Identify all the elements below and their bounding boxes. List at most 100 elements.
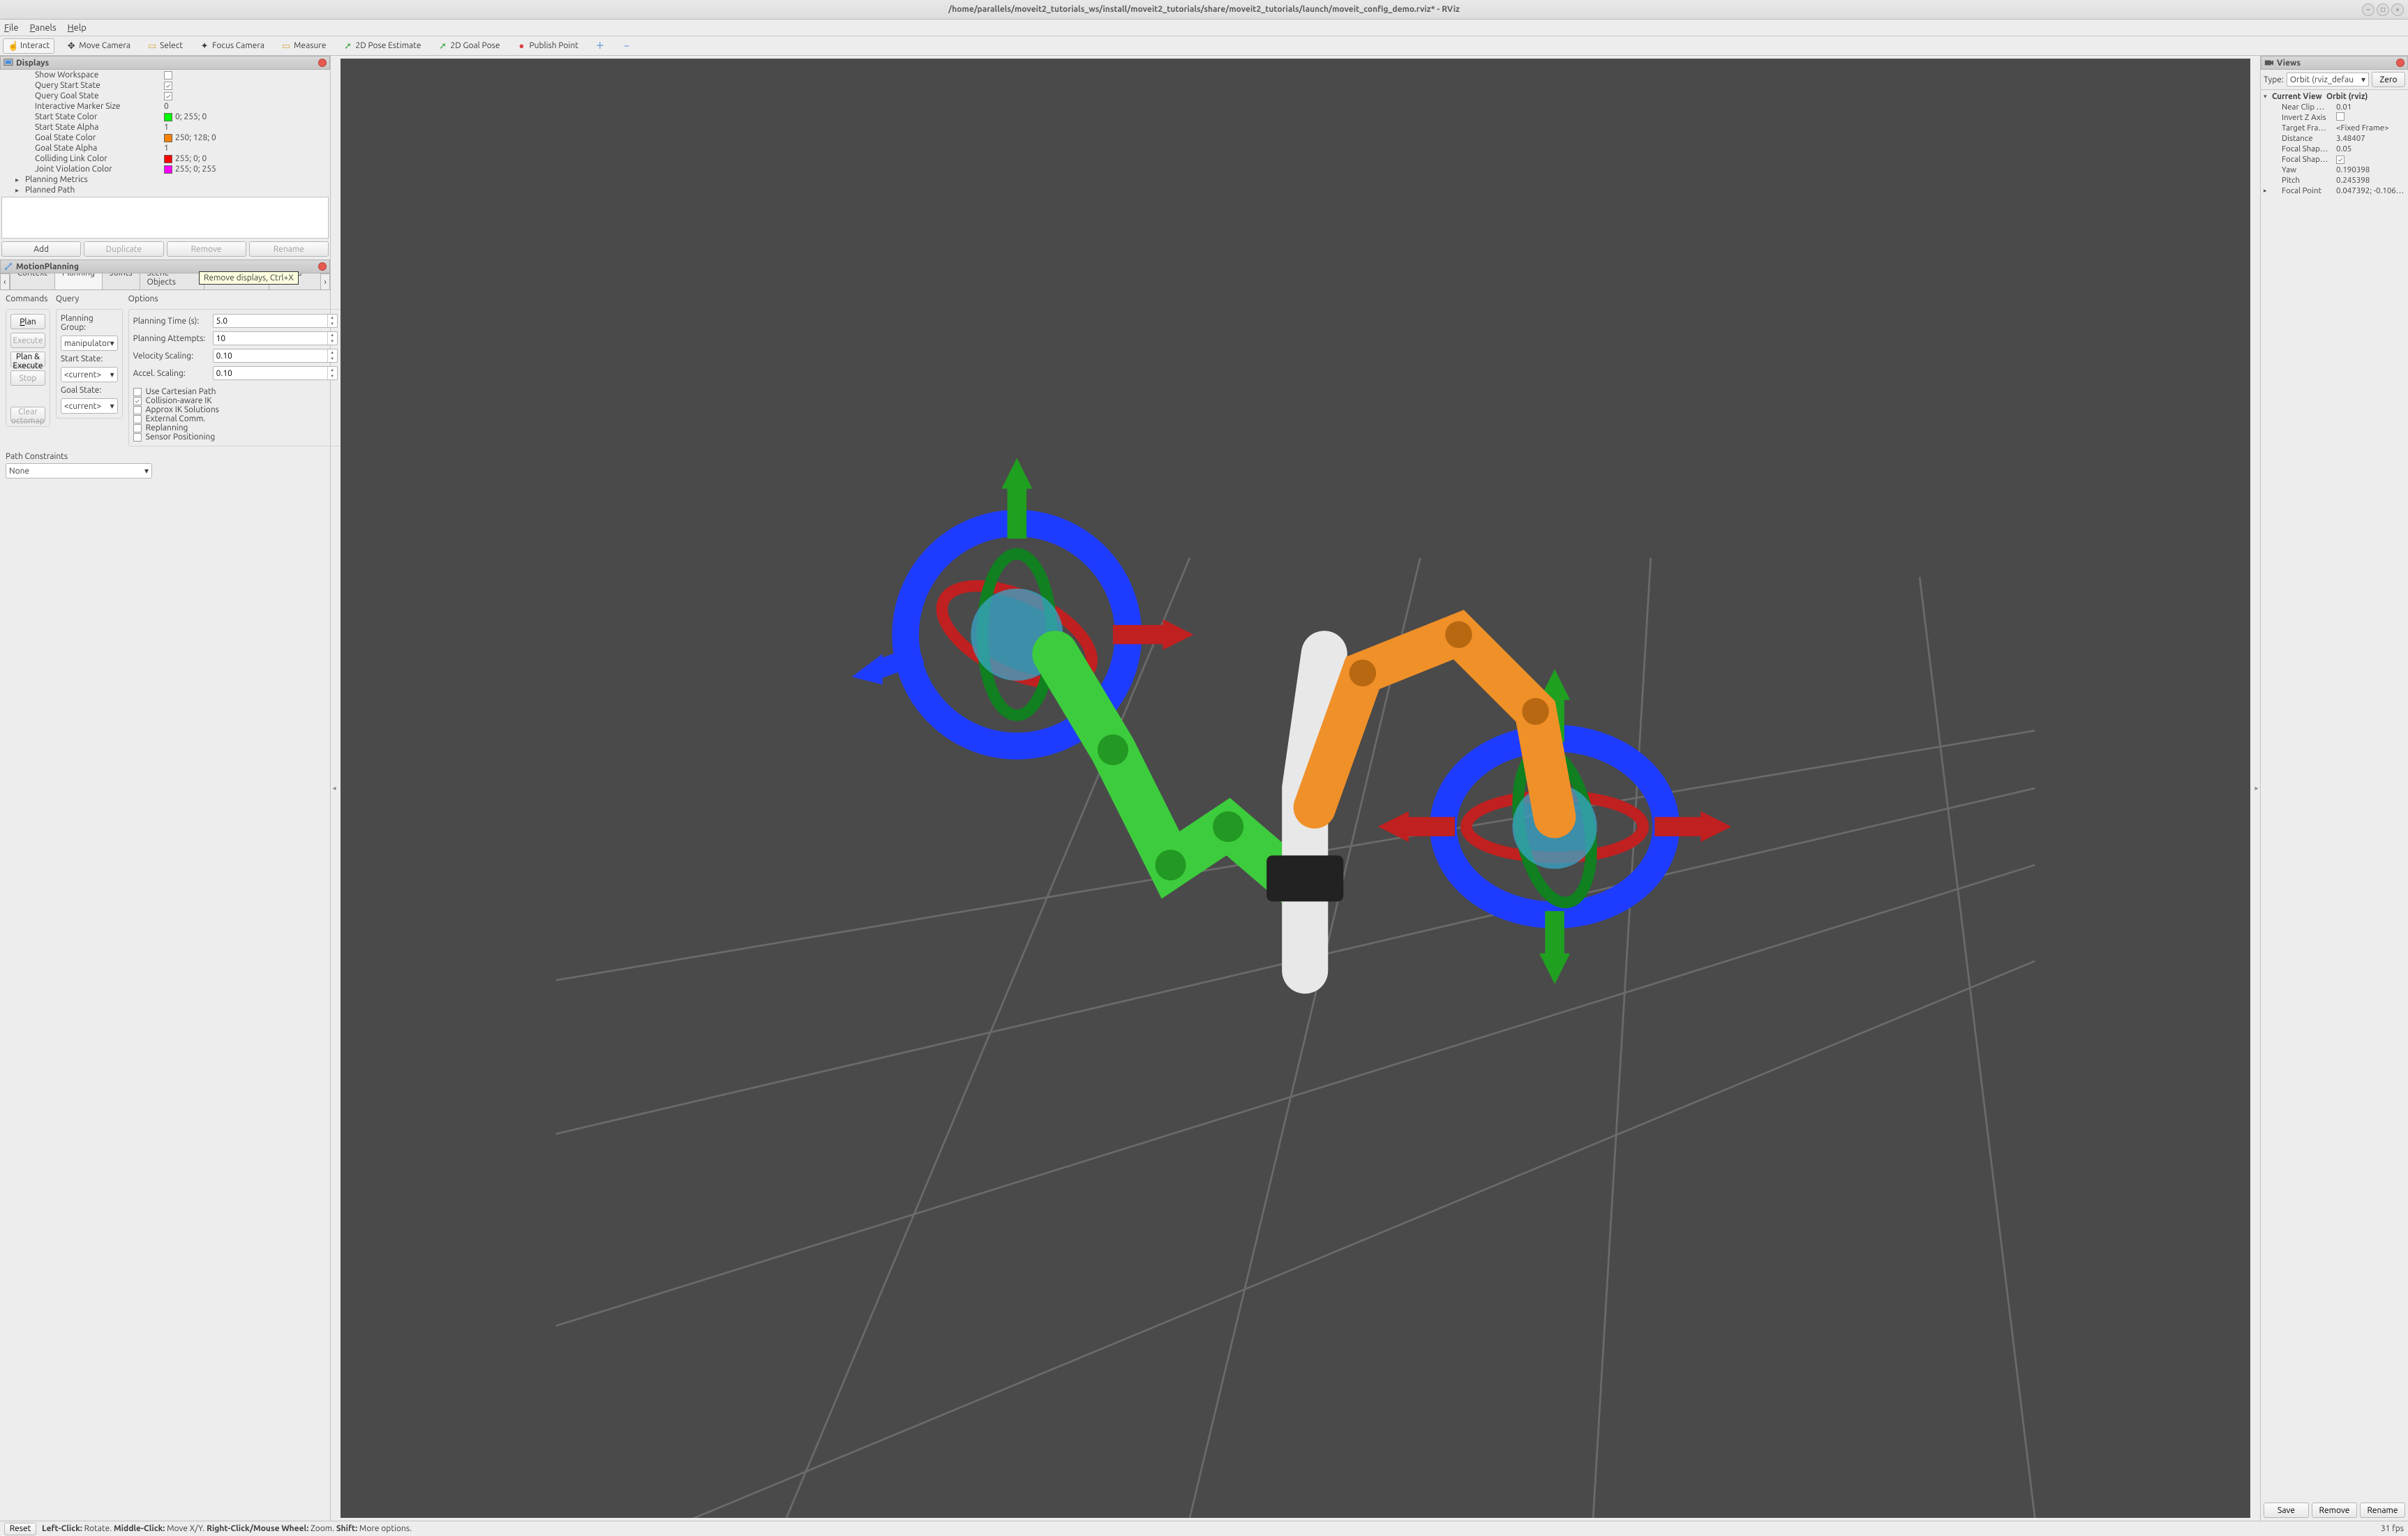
property-row[interactable]: Colliding Link Color255; 0; 0 xyxy=(0,153,330,164)
view-property-row[interactable]: Target Fra…<Fixed Frame> xyxy=(2261,123,2408,133)
maximize-button[interactable]: □ xyxy=(2377,3,2389,16)
tab-planning[interactable]: Planning xyxy=(54,273,103,289)
execute-button[interactable]: Execute xyxy=(10,333,45,348)
tab-scene-objects[interactable]: Scene Objects xyxy=(140,273,205,289)
views-tree[interactable]: ▾Current ViewOrbit (rviz)Near Clip …0.01… xyxy=(2261,90,2408,1500)
property-row[interactable]: Joint Violation Color255; 0; 255 xyxy=(0,164,330,174)
path-constraints-select[interactable]: None▾ xyxy=(6,463,152,479)
duplicate-display-button[interactable]: Duplicate xyxy=(84,241,163,257)
checkbox-icon[interactable] xyxy=(133,415,142,423)
menu-file[interactable]: File xyxy=(4,23,19,33)
checkbox-icon[interactable]: ✓ xyxy=(164,82,172,90)
view-property-row[interactable]: ▾Current ViewOrbit (rviz) xyxy=(2261,91,2408,102)
reset-button[interactable]: Reset xyxy=(4,1523,36,1535)
tool-measure[interactable]: ▭Measure xyxy=(276,38,331,54)
plan-execute-button[interactable]: Plan & Execute xyxy=(10,352,45,367)
view-value[interactable]: <Fixed Frame> xyxy=(2336,123,2389,133)
property-value[interactable]: 1 xyxy=(164,144,169,153)
view-value[interactable]: 0.05 xyxy=(2336,144,2351,153)
property-value[interactable]: 255; 0; 0 xyxy=(164,154,207,163)
property-row[interactable]: Goal State Color250; 128; 0 xyxy=(0,133,330,143)
tool-interact[interactable]: ☝Interact xyxy=(3,38,54,54)
checkbox-icon[interactable]: ✓ xyxy=(133,397,142,405)
property-row[interactable]: Query Goal State✓ xyxy=(0,91,330,101)
accel-scaling-input[interactable]: ▴▾ xyxy=(213,366,338,380)
rename-display-button[interactable]: Rename xyxy=(249,241,329,257)
checkbox-icon[interactable] xyxy=(2336,112,2345,121)
add-display-button[interactable]: Add xyxy=(1,241,81,257)
close-panel-icon[interactable] xyxy=(318,262,327,271)
property-value[interactable]: 255; 0; 255 xyxy=(164,165,216,174)
left-splitter-handle[interactable]: ◂ xyxy=(331,56,338,1521)
views-rename-button[interactable]: Rename xyxy=(2360,1503,2405,1518)
tab-joints[interactable]: Joints xyxy=(102,273,140,289)
tool-publish-point[interactable]: ●Publish Point xyxy=(511,38,583,54)
checkbox-icon[interactable] xyxy=(133,406,142,414)
view-value[interactable]: Orbit (rviz) xyxy=(2326,92,2368,101)
tool-remove[interactable]: – xyxy=(617,38,636,54)
property-row[interactable]: Show Workspace xyxy=(0,70,330,80)
property-row-expandable[interactable]: ▸Planned Path xyxy=(0,185,330,195)
view-property-row[interactable]: Invert Z Axis xyxy=(2261,112,2408,123)
menu-panels[interactable]: Panels xyxy=(30,23,57,33)
checkbox-icon[interactable] xyxy=(164,71,172,80)
checkbox-icon[interactable] xyxy=(133,433,142,442)
displays-panel-header[interactable]: Displays xyxy=(0,56,330,70)
velocity-scaling-input[interactable]: ▴▾ xyxy=(213,349,338,363)
planning-attempts-input[interactable]: ▴▾ xyxy=(213,331,338,345)
remove-display-button[interactable]: Remove xyxy=(167,241,246,257)
checkbox-icon[interactable] xyxy=(133,424,142,432)
view-property-row[interactable]: Near Clip …0.01 xyxy=(2261,102,2408,112)
view-value[interactable]: 0.047392; -0.106… xyxy=(2336,186,2404,195)
views-remove-button[interactable]: Remove xyxy=(2312,1503,2357,1518)
tool-focus-camera[interactable]: ✦Focus Camera xyxy=(195,38,269,54)
property-value[interactable]: ✓ xyxy=(164,92,172,100)
views-panel-header[interactable]: Views xyxy=(2261,56,2408,70)
displays-tree[interactable]: Show WorkspaceQuery Start State✓Query Go… xyxy=(0,70,330,195)
tab-context[interactable]: Context xyxy=(10,273,55,289)
minimize-button[interactable]: – xyxy=(2362,3,2375,16)
property-value[interactable]: 0 xyxy=(164,102,169,111)
property-value[interactable]: ✓ xyxy=(164,82,172,90)
goal-state-select[interactable]: <current>▾ xyxy=(61,398,118,414)
view-value[interactable] xyxy=(2336,112,2345,123)
tool-select[interactable]: ▭Select xyxy=(142,38,188,54)
option-checkbox-row[interactable]: Approx IK Solutions xyxy=(133,405,338,414)
tool-move-camera[interactable]: ✥Move Camera xyxy=(61,38,135,54)
3d-viewport[interactable] xyxy=(341,59,2250,1518)
view-property-row[interactable]: Distance3.48407 xyxy=(2261,133,2408,144)
plan-button[interactable]: Plan xyxy=(10,314,45,329)
view-property-row[interactable]: Yaw0.190398 xyxy=(2261,165,2408,175)
view-value[interactable]: 0.245398 xyxy=(2336,176,2370,185)
option-checkbox-row[interactable]: Use Cartesian Path xyxy=(133,387,338,396)
property-row[interactable]: Interactive Marker Size0 xyxy=(0,101,330,112)
property-value[interactable]: 250; 128; 0 xyxy=(164,133,216,142)
checkbox-icon[interactable]: ✓ xyxy=(164,92,172,100)
right-splitter-handle[interactable]: ▸ xyxy=(2253,56,2260,1521)
view-property-row[interactable]: ▸Focal Point0.047392; -0.106… xyxy=(2261,186,2408,196)
stop-button[interactable]: Stop xyxy=(10,370,45,386)
option-checkbox-row[interactable]: Sensor Positioning xyxy=(133,432,338,442)
tabs-scroll-right[interactable]: › xyxy=(320,273,330,289)
option-checkbox-row[interactable]: ✓Collision-aware IK xyxy=(133,396,338,405)
option-checkbox-row[interactable]: Replanning xyxy=(133,423,338,432)
views-save-button[interactable]: Save xyxy=(2264,1503,2309,1518)
planning-time-input[interactable]: ▴▾ xyxy=(213,314,338,328)
tool-2d-pose-estimate[interactable]: ➚2D Pose Estimate xyxy=(338,38,426,54)
property-row[interactable]: Start State Alpha1 xyxy=(0,122,330,133)
view-value[interactable]: ✓ xyxy=(2336,155,2345,164)
close-button[interactable]: × xyxy=(2391,3,2404,16)
start-state-select[interactable]: <current>▾ xyxy=(61,367,118,382)
close-panel-icon[interactable] xyxy=(318,59,327,67)
planning-group-select[interactable]: manipulator▾ xyxy=(61,336,118,351)
view-property-row[interactable]: Pitch0.245398 xyxy=(2261,175,2408,186)
view-value[interactable]: 0.190398 xyxy=(2336,165,2370,174)
checkbox-icon[interactable]: ✓ xyxy=(2336,156,2345,164)
checkbox-icon[interactable] xyxy=(133,388,142,396)
clear-octomap-button[interactable]: Clear octomap xyxy=(10,407,45,422)
property-row[interactable]: Start State Color0; 255; 0 xyxy=(0,112,330,122)
view-value[interactable]: 0.01 xyxy=(2336,103,2351,112)
property-row[interactable]: Goal State Alpha1 xyxy=(0,143,330,153)
property-row[interactable]: Query Start State✓ xyxy=(0,80,330,91)
property-value[interactable]: 0; 255; 0 xyxy=(164,112,207,121)
